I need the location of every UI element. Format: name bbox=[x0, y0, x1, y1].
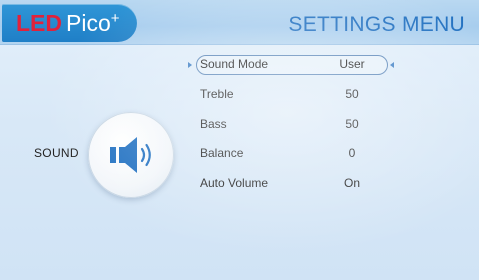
setting-label: Auto Volume bbox=[200, 176, 269, 190]
setting-value[interactable]: 50 bbox=[332, 117, 372, 131]
logo-brand: LED bbox=[16, 10, 62, 36]
setting-row-treble[interactable]: Treble 50 bbox=[196, 85, 396, 105]
setting-value[interactable]: User bbox=[332, 57, 372, 71]
setting-label: Bass bbox=[200, 117, 227, 131]
setting-row-sound-mode[interactable]: Sound Mode User bbox=[196, 55, 396, 75]
selection-arrow-left-icon[interactable] bbox=[188, 62, 192, 68]
setting-label: Treble bbox=[200, 87, 234, 101]
setting-label: Sound Mode bbox=[200, 57, 269, 71]
section-label: SOUND bbox=[34, 146, 79, 160]
sound-category-icon bbox=[88, 112, 174, 198]
logo-superscript: + bbox=[110, 10, 120, 27]
setting-row-bass[interactable]: Bass 50 bbox=[196, 115, 396, 135]
setting-value[interactable]: 0 bbox=[332, 146, 372, 160]
setting-label: Balance bbox=[200, 146, 244, 160]
setting-row-balance[interactable]: Balance 0 bbox=[196, 144, 396, 164]
header-bar: LED Pico+ SETTINGS MENU bbox=[0, 0, 479, 45]
setting-value[interactable]: 50 bbox=[332, 87, 372, 101]
setting-value[interactable]: On bbox=[332, 176, 372, 190]
logo: LED Pico+ bbox=[2, 4, 137, 42]
logo-model: Pico bbox=[66, 10, 111, 36]
settings-screen: LED Pico+ SETTINGS MENU SOUND Sound Mode … bbox=[0, 0, 479, 280]
setting-row-auto-volume[interactable]: Auto Volume On bbox=[196, 174, 396, 194]
logo-text: LED Pico+ bbox=[16, 10, 120, 36]
menu-title: SETTINGS MENU bbox=[288, 13, 465, 36]
speaker-volume-icon bbox=[110, 137, 151, 173]
